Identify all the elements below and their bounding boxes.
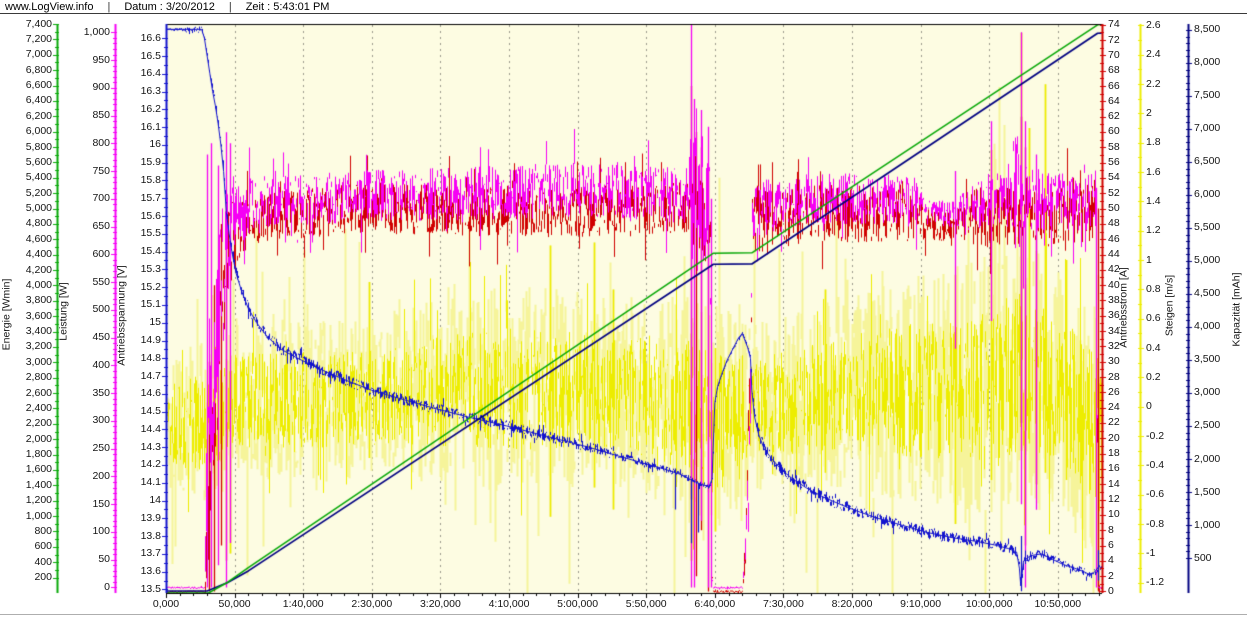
header-date-label: Datum : 3/20/2012	[124, 1, 215, 13]
header-bar: www.LogView.info | Datum : 3/20/2012 | Zeit …	[0, 0, 1247, 14]
header-separator: |	[107, 0, 110, 14]
logview-window: www.LogView.info | Datum : 3/20/2012 | Zeit …	[0, 0, 1247, 618]
header-separator: |	[229, 0, 232, 14]
header-site-label: www.LogView.info	[5, 1, 93, 13]
header-time-label: Zeit : 5:43:01 PM	[246, 1, 330, 13]
chart-canvas[interactable]	[0, 0, 1247, 618]
